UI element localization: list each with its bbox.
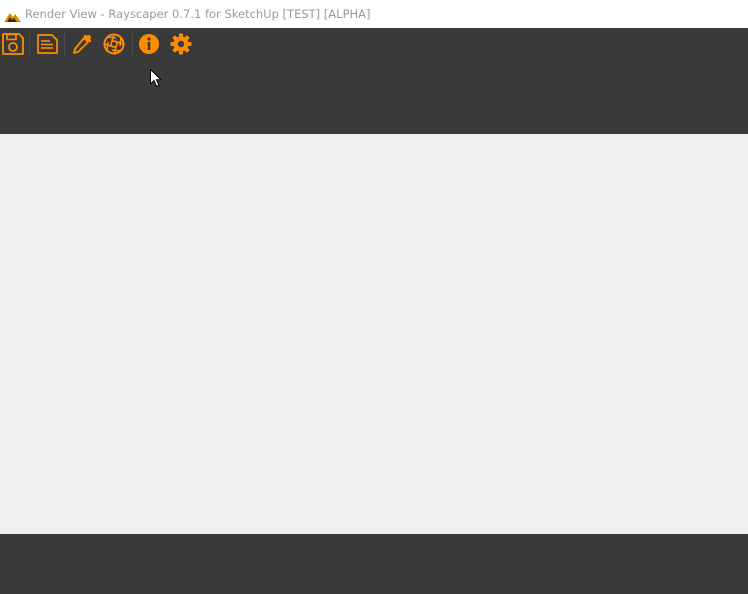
toolbar-separator (29, 33, 30, 55)
render-view-window: Render View - Rayscaper 0.7.1 for Sketch… (0, 0, 748, 594)
toolbar (0, 28, 748, 60)
mouse-cursor-icon (150, 68, 163, 88)
eyedropper-icon (70, 32, 94, 56)
camera-button[interactable] (101, 32, 127, 56)
status-bar (0, 534, 748, 594)
aperture-icon (102, 32, 126, 56)
toolbar-separator (132, 33, 133, 55)
window-title: Render View - Rayscaper 0.7.1 for Sketch… (25, 7, 371, 21)
save-render-button[interactable] (0, 32, 26, 56)
settings-panel (0, 60, 748, 134)
info-button[interactable] (136, 32, 162, 56)
info-icon (137, 32, 161, 56)
log-button[interactable] (34, 32, 60, 56)
log-document-icon (35, 32, 59, 56)
toolbar-separator (64, 33, 65, 55)
settings-button[interactable] (168, 32, 194, 56)
rayscaper-mountain-icon (4, 8, 21, 22)
title-bar[interactable]: Render View - Rayscaper 0.7.1 for Sketch… (0, 0, 748, 28)
render-canvas[interactable] (0, 134, 748, 534)
eyedropper-button[interactable] (69, 32, 95, 56)
gear-icon (169, 32, 193, 56)
save-render-icon (1, 32, 25, 56)
